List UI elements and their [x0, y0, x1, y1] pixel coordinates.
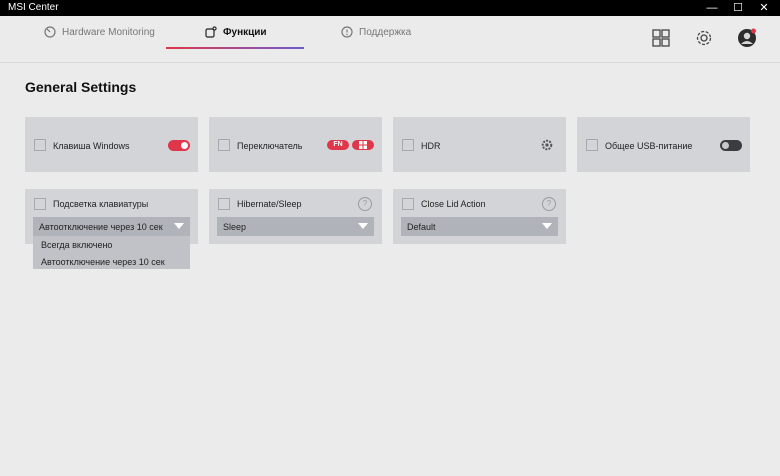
- close-lid-select[interactable]: Default: [401, 217, 558, 236]
- card-label: Клавиша Windows: [53, 141, 130, 151]
- hdr-icon: [402, 139, 414, 151]
- chat-icon: [341, 26, 353, 38]
- usb-power-toggle[interactable]: [720, 140, 742, 151]
- window-title: MSI Center: [8, 2, 59, 13]
- lightning-icon: [586, 139, 598, 151]
- keyboard-backlight-select[interactable]: Автоотключение через 10 сек: [33, 217, 190, 236]
- gear-icon[interactable]: [694, 28, 714, 48]
- windows-key-toggle[interactable]: [168, 140, 190, 151]
- notification-dot: [751, 28, 756, 34]
- tab-label: Hardware Monitoring: [62, 26, 155, 38]
- card-switch: Переключатель FN: [209, 117, 382, 172]
- select-value: Default: [407, 222, 436, 232]
- sleep-icon: [218, 198, 230, 210]
- chevron-down-icon: [358, 223, 368, 229]
- card-label: Close Lid Action: [421, 199, 486, 209]
- card-usb-power: Общее USB-питание: [577, 117, 750, 172]
- settings-gear-icon[interactable]: [541, 139, 553, 151]
- chevron-down-icon: [542, 223, 552, 229]
- title-bar: MSI Center — ☐ ✕: [0, 0, 780, 16]
- dropdown-option[interactable]: Автоотключение через 10 сек: [41, 257, 165, 267]
- minimize-button[interactable]: —: [700, 0, 724, 16]
- tab-label: Функции: [223, 26, 267, 38]
- windows-key-badge[interactable]: [352, 140, 374, 150]
- header: Hardware Monitoring Функции Поддержка: [0, 16, 780, 64]
- dropdown-option[interactable]: Всегда включено: [41, 240, 112, 250]
- tab-label: Поддержка: [359, 26, 412, 38]
- card-hibernate-sleep: Hibernate/Sleep ? Sleep: [209, 189, 382, 244]
- tab-features[interactable]: Функции: [205, 26, 267, 38]
- windows-logo-icon: [359, 141, 367, 149]
- hibernate-sleep-select[interactable]: Sleep: [217, 217, 374, 236]
- help-icon[interactable]: ?: [358, 197, 372, 211]
- keyboard-icon: [34, 198, 46, 210]
- card-label: HDR: [421, 141, 441, 151]
- card-label: Общее USB-питание: [605, 141, 693, 151]
- grid-icon[interactable]: [651, 28, 671, 48]
- select-value: Автоотключение через 10 сек: [39, 222, 163, 232]
- fn-key-badge[interactable]: FN: [327, 140, 349, 150]
- windows-icon: [218, 139, 230, 151]
- laptop-icon: [402, 198, 414, 210]
- maximize-button[interactable]: ☐: [726, 0, 750, 16]
- card-label: Переключатель: [237, 141, 303, 151]
- card-hdr: HDR: [393, 117, 566, 172]
- windows-icon: [34, 139, 46, 151]
- tab-hardware-monitoring[interactable]: Hardware Monitoring: [44, 26, 155, 38]
- header-divider: [0, 62, 780, 63]
- card-label: Hibernate/Sleep: [237, 199, 302, 209]
- avatar[interactable]: [737, 28, 757, 48]
- card-close-lid: Close Lid Action ? Default: [393, 189, 566, 244]
- card-windows-key: Клавиша Windows: [25, 117, 198, 172]
- help-icon[interactable]: ?: [542, 197, 556, 211]
- keyboard-backlight-dropdown: Всегда включено Автоотключение через 10 …: [33, 236, 190, 269]
- chevron-down-icon: [174, 223, 184, 229]
- select-value: Sleep: [223, 222, 247, 232]
- card-label: Подсветка клавиатуры: [53, 199, 149, 209]
- active-tab-indicator: [166, 47, 304, 49]
- tab-support[interactable]: Поддержка: [341, 26, 411, 38]
- features-icon: [205, 26, 217, 38]
- close-button[interactable]: ✕: [752, 0, 776, 16]
- gauge-icon: [44, 26, 56, 38]
- page-title: General Settings: [25, 79, 137, 95]
